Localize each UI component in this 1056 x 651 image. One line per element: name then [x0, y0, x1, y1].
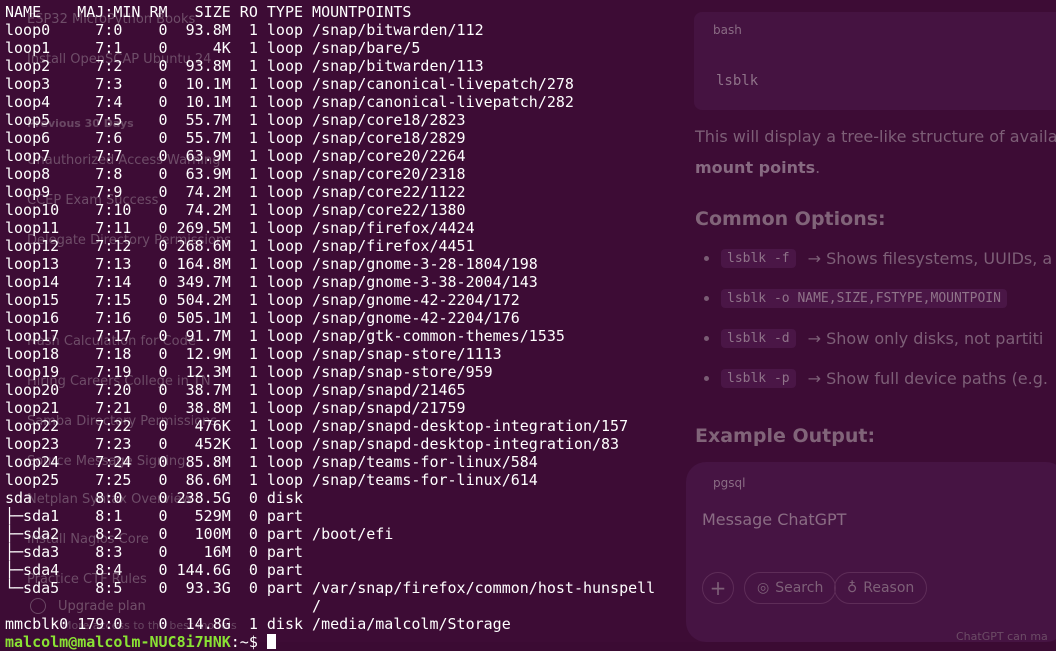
heading-common-options: Common Options:	[695, 208, 886, 230]
explanation-text: This will display a tree-like structure …	[695, 127, 1056, 146]
terminal-output-row: loop8 7:8 0 63.9M 1 loop /snap/core20/23…	[5, 165, 466, 183]
terminal-output-row: loop24 7:24 0 85.8M 1 loop /snap/teams-f…	[5, 453, 538, 471]
terminal-output-row: ├─sda2 8:2 0 100M 0 part /boot/efi	[5, 525, 394, 543]
terminal-output-row: └─sda5 8:5 0 93.3G 0 part /var/snap/fire…	[5, 579, 656, 597]
bullet-icon	[704, 256, 709, 261]
option-description: → Shows filesystems, UUIDs, a	[807, 249, 1053, 268]
terminal-output-row: /	[5, 597, 322, 615]
terminal-output-row: loop21 7:21 0 38.8M 1 loop /snap/snapd/2…	[5, 399, 466, 417]
option-code: lsblk -f	[721, 249, 796, 268]
explanation-period: .	[815, 158, 821, 177]
terminal-output-row: loop10 7:10 0 74.2M 1 loop /snap/core22/…	[5, 201, 466, 219]
option-item: lsblk -o NAME,SIZE,FSTYPE,MOUNTPOIN	[704, 289, 1007, 308]
terminal-output-row: loop22 7:22 0 476K 1 loop /snap/snapd-de…	[5, 417, 629, 435]
option-code: lsblk -o NAME,SIZE,FSTYPE,MOUNTPOIN	[721, 289, 1007, 308]
terminal-header-row: NAME MAJ:MIN RM SIZE RO TYPE MOUNTPOINTS	[5, 3, 412, 21]
terminal-output-row: loop20 7:20 0 38.7M 1 loop /snap/snapd/2…	[5, 381, 466, 399]
terminal-output-row: loop0 7:0 0 93.8M 1 loop /snap/bitwarden…	[5, 21, 484, 39]
terminal-output-row: loop18 7:18 0 12.9M 1 loop /snap/snap-st…	[5, 345, 502, 363]
terminal-output-row: mmcblk0 179:0 0 14.8G 1 disk /media/malc…	[5, 615, 511, 633]
terminal-output[interactable]: NAME MAJ:MIN RM SIZE RO TYPE MOUNTPOINTS…	[5, 3, 655, 651]
disclaimer-text: ChatGPT can ma	[956, 630, 1048, 643]
terminal-output-row: loop12 7:12 0 268.6M 1 loop /snap/firefo…	[5, 237, 475, 255]
code-block-command: lsblk	[716, 73, 759, 89]
heading-example-output: Example Output:	[695, 425, 876, 447]
terminal-output-row: loop17 7:17 0 91.7M 1 loop /snap/gtk-com…	[5, 327, 565, 345]
terminal-output-row: loop13 7:13 0 164.8M 1 loop /snap/gnome-…	[5, 255, 538, 273]
option-item: lsblk -d → Show only disks, not partiti	[704, 329, 1043, 348]
terminal-output-row: loop5 7:5 0 55.7M 1 loop /snap/core18/28…	[5, 111, 466, 129]
terminal-output-row: loop7 7:7 0 63.9M 1 loop /snap/core20/22…	[5, 147, 466, 165]
terminal-output-row: loop16 7:16 0 505.1M 1 loop /snap/gnome-…	[5, 309, 520, 327]
terminal-output-row: loop14 7:14 0 349.7M 1 loop /snap/gnome-…	[5, 273, 538, 291]
terminal-output-row: loop19 7:19 0 12.3M 1 loop /snap/snap-st…	[5, 363, 493, 381]
option-item: lsblk -f → Shows filesystems, UUIDs, a	[704, 249, 1052, 268]
reason-label: Reason	[863, 580, 915, 596]
terminal-output-row: loop15 7:15 0 504.2M 1 loop /snap/gnome-…	[5, 291, 520, 309]
terminal-output-row: loop25 7:25 0 86.6M 1 loop /snap/teams-f…	[5, 471, 538, 489]
terminal-output-row: ├─sda1 8:1 0 529M 0 part	[5, 507, 304, 525]
option-code: lsblk -p	[721, 369, 796, 388]
lightbulb-icon: ♁	[847, 580, 858, 596]
prompt-user-host: malcolm@malcolm-NUC8i7HNK	[5, 633, 231, 651]
code-block-lang: bash	[713, 23, 742, 37]
terminal-output-row: loop11 7:11 0 269.5M 1 loop /snap/firefo…	[5, 219, 475, 237]
terminal-output-row: loop1 7:1 0 4K 1 loop /snap/bare/5	[5, 39, 421, 57]
message-composer: pgsql Message ChatGPT + ◎ Search ♁ Reaso…	[686, 462, 1056, 642]
option-description: → Show only disks, not partiti	[807, 329, 1044, 348]
prompt-path: :~$	[230, 633, 267, 651]
terminal-output-row: loop3 7:3 0 10.1M 1 loop /snap/canonical…	[5, 75, 574, 93]
globe-icon: ◎	[757, 580, 770, 596]
terminal-output-row: loop6 7:6 0 55.7M 1 loop /snap/core18/28…	[5, 129, 466, 147]
terminal-output-row: ├─sda4 8:4 0 144.6G 0 part	[5, 561, 304, 579]
search-label: Search	[775, 580, 824, 596]
terminal-output-row: ├─sda3 8:3 0 16M 0 part	[5, 543, 304, 561]
message-input-placeholder: Message ChatGPT	[702, 510, 847, 529]
terminal-output-row: loop4 7:4 0 10.1M 1 loop /snap/canonical…	[5, 93, 574, 111]
explanation-bold: mount points	[695, 158, 816, 177]
terminal-output-row: sda 8:0 0 238.5G 0 disk	[5, 489, 304, 507]
option-description: → Show full device paths (e.g.	[807, 369, 1048, 388]
bullet-icon	[704, 376, 709, 381]
bullet-icon	[704, 296, 709, 301]
reason-button: ♁ Reason	[834, 572, 928, 604]
option-code: lsblk -d	[721, 329, 796, 348]
option-item: lsblk -p → Show full device paths (e.g.	[704, 369, 1048, 388]
search-button: ◎ Search	[744, 572, 837, 604]
terminal-output-row: loop9 7:9 0 74.2M 1 loop /snap/core22/11…	[5, 183, 466, 201]
terminal-output-row: loop23 7:23 0 452K 1 loop /snap/snapd-de…	[5, 435, 620, 453]
explanation-text-2: mount points.	[695, 158, 820, 177]
add-attachment-button: +	[702, 572, 734, 604]
plus-icon: +	[709, 576, 727, 600]
chat-main-area: bash lsblk This will display a tree-like…	[686, 0, 1056, 642]
terminal-output-row: loop2 7:2 0 93.8M 1 loop /snap/bitwarden…	[5, 57, 484, 75]
code-block-lsblk: bash lsblk	[694, 12, 1056, 110]
bullet-icon	[704, 336, 709, 341]
composer-code-lang: pgsql	[713, 476, 746, 490]
